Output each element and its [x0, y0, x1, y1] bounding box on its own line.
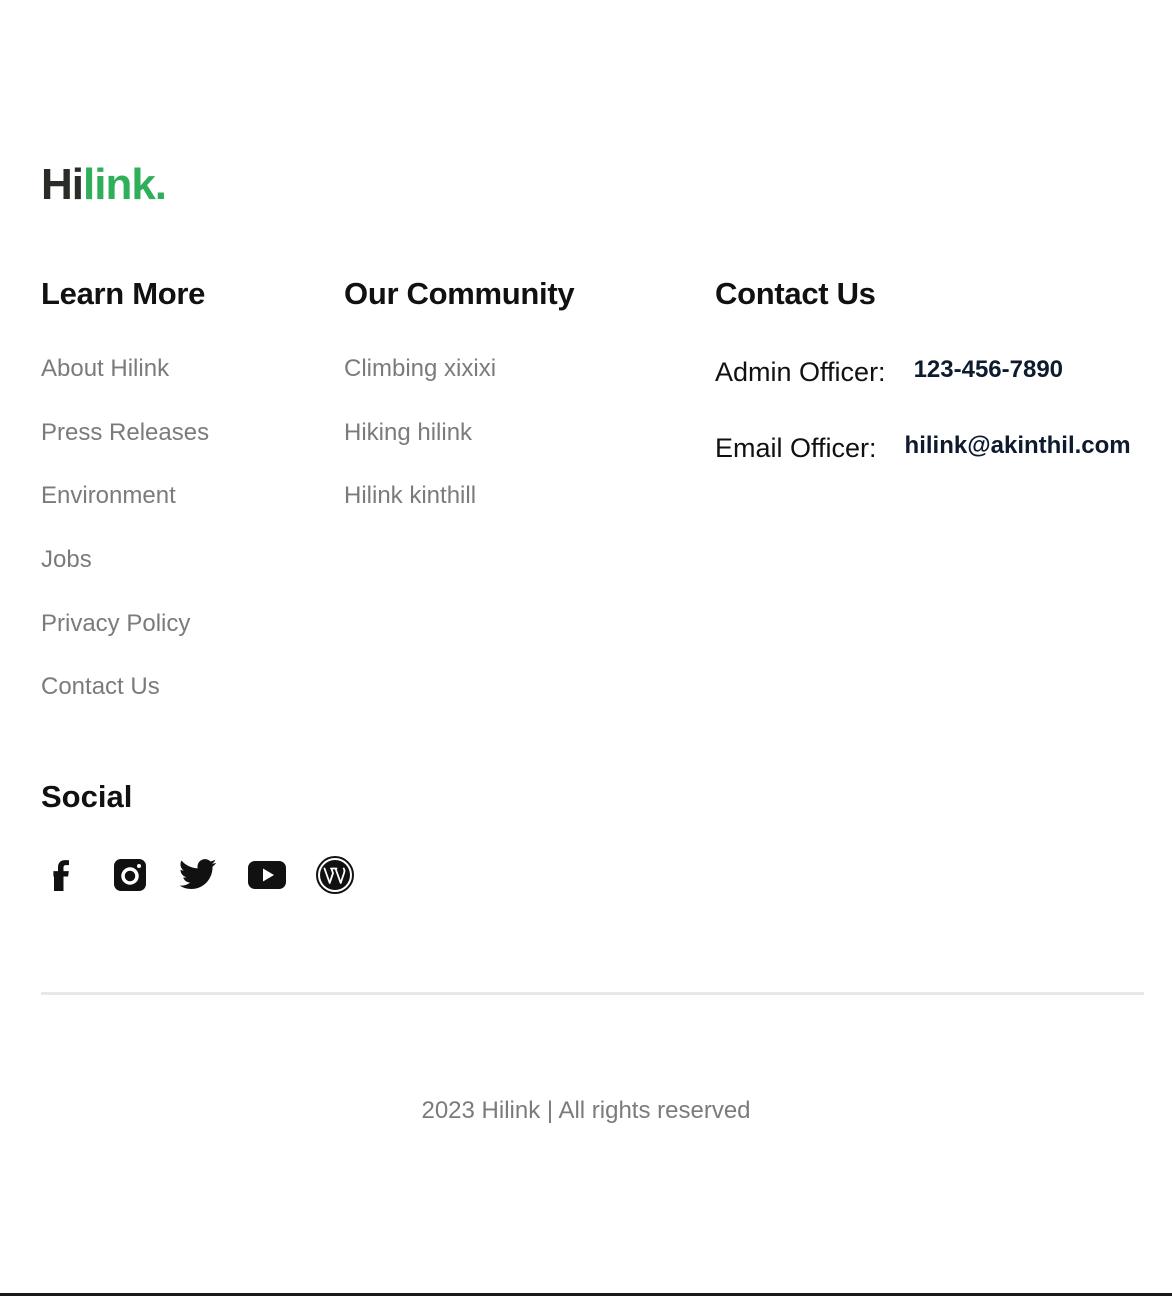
link-hilink-kinthill[interactable]: Hilink kinthill: [344, 479, 496, 543]
admin-officer-label: Admin Officer:: [715, 357, 886, 387]
wordpress-icon[interactable]: [315, 855, 355, 895]
instagram-icon[interactable]: [110, 855, 150, 895]
link-environment[interactable]: Environment: [41, 479, 209, 543]
community-links: Climbing xixixi Hiking hilink Hilink kin…: [344, 352, 496, 543]
footer-logo[interactable]: Hilink.: [41, 160, 167, 210]
contact-admin-row: Admin Officer: 123-456-7890: [715, 352, 1063, 392]
email-link[interactable]: hilink@akinthil.com: [905, 429, 1131, 463]
email-officer-label: Email Officer:: [715, 433, 877, 463]
link-contact-us[interactable]: Contact Us: [41, 670, 209, 734]
copyright-text: 2023 Hilink | All rights reserved: [421, 1097, 751, 1124]
link-about-hilink[interactable]: About Hilink: [41, 352, 209, 416]
link-privacy-policy[interactable]: Privacy Policy: [41, 607, 209, 671]
logo-text-dark: Hi: [41, 160, 84, 209]
link-jobs[interactable]: Jobs: [41, 543, 209, 607]
learn-more-heading: Learn More: [41, 276, 206, 311]
admin-phone-link[interactable]: 123-456-7890: [914, 353, 1063, 387]
twitter-icon[interactable]: [178, 855, 218, 895]
contact-heading: Contact Us: [715, 276, 876, 311]
community-heading: Our Community: [344, 276, 575, 311]
link-press-releases[interactable]: Press Releases: [41, 416, 209, 480]
social-icons: [41, 855, 384, 895]
footer-divider: [41, 992, 1144, 995]
learn-more-links: About Hilink Press Releases Environment …: [41, 352, 209, 734]
logo-text-green: link.: [83, 160, 167, 209]
youtube-icon[interactable]: [247, 855, 287, 895]
facebook-icon[interactable]: [41, 855, 81, 895]
link-climbing[interactable]: Climbing xixixi: [344, 352, 496, 416]
social-heading: Social: [41, 779, 133, 814]
contact-email-row: Email Officer: hilink@akinthil.com: [715, 428, 1131, 468]
link-hiking[interactable]: Hiking hilink: [344, 416, 496, 480]
